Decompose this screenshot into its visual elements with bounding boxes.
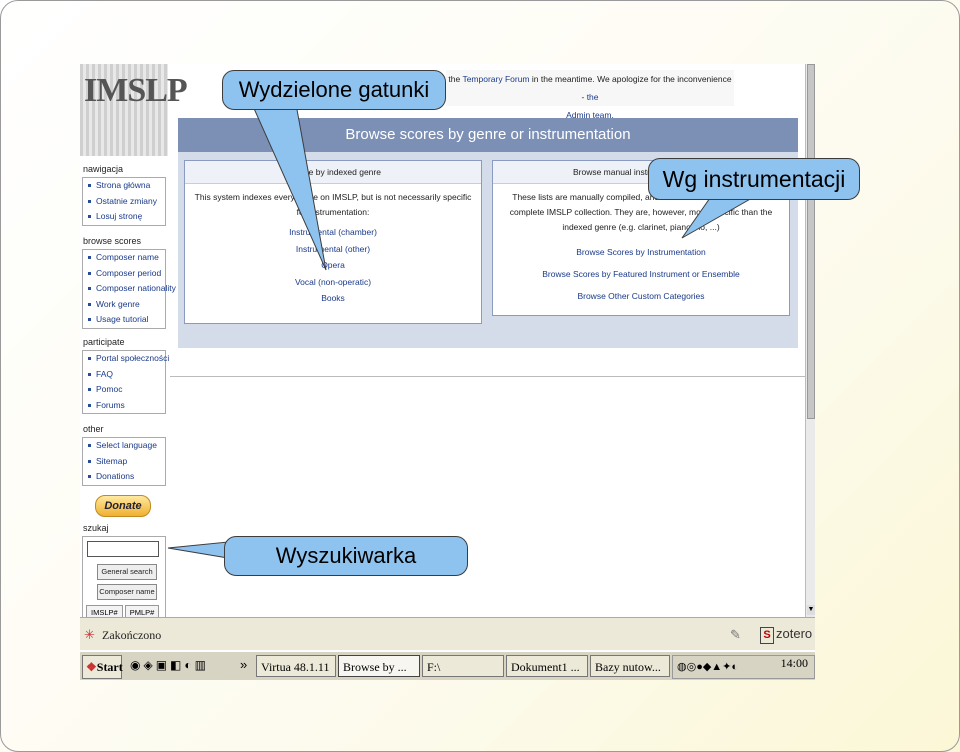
search-pointer: [167, 541, 229, 559]
genres-pointer: [251, 103, 327, 271]
callout-instrumentation: Wg instrumentacji: [648, 158, 860, 200]
callout-genres: Wydzielone gatunki: [222, 70, 446, 110]
instrumentation-pointer: [681, 197, 754, 239]
callout-pointers: [167, 103, 754, 559]
callout-search: Wyszukiwarka: [224, 536, 468, 576]
